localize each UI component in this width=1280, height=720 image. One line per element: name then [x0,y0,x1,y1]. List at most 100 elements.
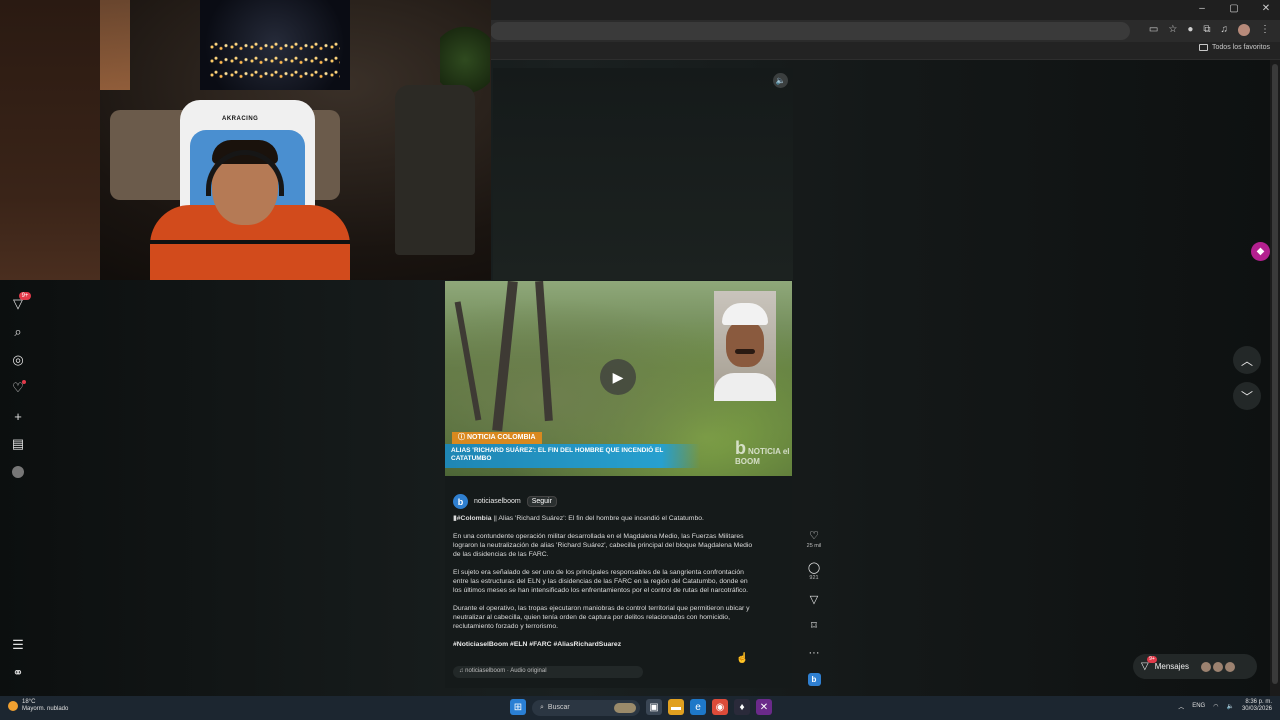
news-tag: ⓘ NOTICIA COLOMBIA [452,432,542,444]
media-icon[interactable]: ♫ [1221,24,1229,36]
account-name[interactable]: noticiaselboom [474,498,521,505]
brand-watermark: b NOTICIA el BOOM [735,438,790,466]
home-icon[interactable]: ▽ 9+ [8,292,31,314]
kebab-menu-icon[interactable]: ⋮ [1260,24,1270,36]
chart-icon[interactable]: ▤ [8,434,28,454]
webcam-overlay: AKRACING [0,0,491,280]
caption-paragraph-1: En una contundente operación militar des… [453,533,753,558]
toolbar-icons: ▭ ☆ ● ⧉ ♫ ⋮ [1149,24,1270,36]
avatar [1224,661,1235,672]
language-indicator[interactable]: ENG [1192,703,1205,709]
tree-trunk [454,301,482,421]
messenger-icon: ▽ 9+ [1141,656,1157,672]
minimize-button[interactable]: – [1196,3,1208,14]
clock-date: 30/03/2026 [1241,706,1272,712]
windows-start-icon[interactable]: ⊞ [510,699,526,715]
inset-portrait [714,291,776,401]
audio-account-button[interactable]: b [803,673,825,686]
search-icon[interactable]: ⌕ [8,322,28,342]
share-button[interactable]: ▽ [803,594,825,606]
post-video[interactable]: ▶ ⓘ NOTICIA COLOMBIA ALIAS 'RICHARD SUÁR… [445,281,792,476]
more-options-button[interactable]: ··· [803,647,825,659]
portrait-face [726,321,764,367]
all-bookmarks-button[interactable]: Todos los favoritos [1199,44,1270,51]
close-button[interactable]: ✕ [1260,3,1272,14]
send-icon: ▽ [809,594,819,606]
spare-chair [395,85,475,255]
lamp [100,0,130,90]
clock[interactable]: 8:36 p. m. 30/03/2026 [1242,699,1272,713]
caption-tag[interactable]: #Colombia [457,515,492,522]
clock-time: 8:36 p. m. [1245,699,1272,705]
app-x-icon[interactable]: ✕ [756,699,772,715]
messages-badge: 9+ [1147,656,1157,663]
tree-trunk [492,281,518,432]
weather-widget[interactable]: 18°C Mayorm. nublado [8,699,68,713]
heart-icon[interactable]: ♡ [8,378,28,398]
extension-icon[interactable]: ● [1187,24,1193,36]
bookmark-icon: ⌑ [811,620,817,632]
notification-badge: 9+ [19,292,31,300]
url-input[interactable] [490,22,1130,40]
edge-icon[interactable]: e [690,699,706,715]
maximize-button[interactable]: ▢ [1228,3,1240,14]
avatar [1212,661,1223,672]
app-icon[interactable]: ♦ [734,699,750,715]
previous-post-button[interactable]: ︿ [1233,346,1261,374]
volume-icon[interactable]: 🔈 [1226,703,1233,710]
play-icon: ▶ [612,368,624,385]
play-button[interactable]: ▶ [600,359,636,395]
caption-paragraph-3: Durante el operativo, las tropas ejecuta… [453,605,750,630]
explore-icon[interactable]: ◎ [8,350,28,370]
previous-post-video[interactable] [493,68,793,280]
page-scrollbar[interactable] [1270,60,1280,696]
messages-button[interactable]: ▽ 9+ Mensajes [1133,654,1257,679]
taskbar [0,696,1280,720]
caption-hashtags[interactable]: #NoticiaselBoom #ELN #FARC #AliasRichard… [453,640,758,649]
cast-icon[interactable]: ▭ [1149,24,1158,36]
next-post-button[interactable]: ﹀ [1233,382,1261,410]
comment-icon: ◯ [807,562,821,574]
save-button[interactable]: ⌑ [803,620,825,632]
audio-chip[interactable]: ♫ noticiaselboom · Audio original [453,666,643,678]
comment-count: 921 [809,575,819,581]
more-apps-icon[interactable]: ⚭ [8,663,28,683]
tray-overflow-icon[interactable]: ︿ [1178,702,1184,711]
chrome-icon[interactable]: ◉ [712,699,728,715]
account-avatar[interactable]: b [453,494,468,509]
account-mini-icon: b [807,673,821,686]
post-header: b noticiaselboom Seguir [453,494,557,509]
comment-button[interactable]: ◯ 921 [803,562,825,581]
shelf [0,0,100,280]
headline: ALIAS 'RICHARD SUÁREZ': EL FIN DEL HOMBR… [445,444,700,468]
star-icon[interactable]: ☆ [1168,24,1177,36]
menu-icon[interactable]: ☰ [8,635,28,655]
follow-button[interactable]: Seguir [526,496,557,507]
mouse-cursor-icon: ☝ [736,653,749,664]
message-avatars [1200,661,1235,672]
puzzle-icon[interactable]: ⧉ [1203,24,1210,36]
profile-avatar-small [12,466,24,478]
tree-trunk [535,281,553,422]
mute-button[interactable]: 🔈 [773,73,788,88]
screen: – ▢ ✕ ▭ ☆ ● ⧉ ♫ ⋮ Todos los favoritos 🔈 … [0,0,1280,720]
temperature: 18°C [22,699,36,705]
taskbar-search[interactable]: ⌕ Buscar [532,700,640,716]
task-view-icon[interactable]: ▣ [646,699,662,715]
all-bookmarks-label: Todos los favoritos [1212,44,1270,51]
wifi-icon[interactable]: ◠ [1213,703,1218,710]
extension-pin-icon[interactable]: ◆ [1251,242,1270,261]
like-button[interactable]: ♡ 25 mil [803,530,825,549]
caption-lead: ▮#Colombia || Alias 'Richard Suárez': El… [453,514,758,523]
plus-icon[interactable]: + [8,406,28,426]
weather-icon [8,701,18,711]
taskbar-pinned: ▣ ▬ e ◉ ♦ ✕ [646,699,772,715]
heart-outline-icon: ♡ [809,530,819,542]
profile-avatar[interactable] [1238,24,1250,36]
city-lights [210,40,340,80]
like-count: 25 mil [806,543,822,549]
file-explorer-icon[interactable]: ▬ [668,699,684,715]
portrait-shirt [714,373,776,401]
profile-icon[interactable] [8,462,28,482]
scrollbar-thumb[interactable] [1272,64,1278,684]
